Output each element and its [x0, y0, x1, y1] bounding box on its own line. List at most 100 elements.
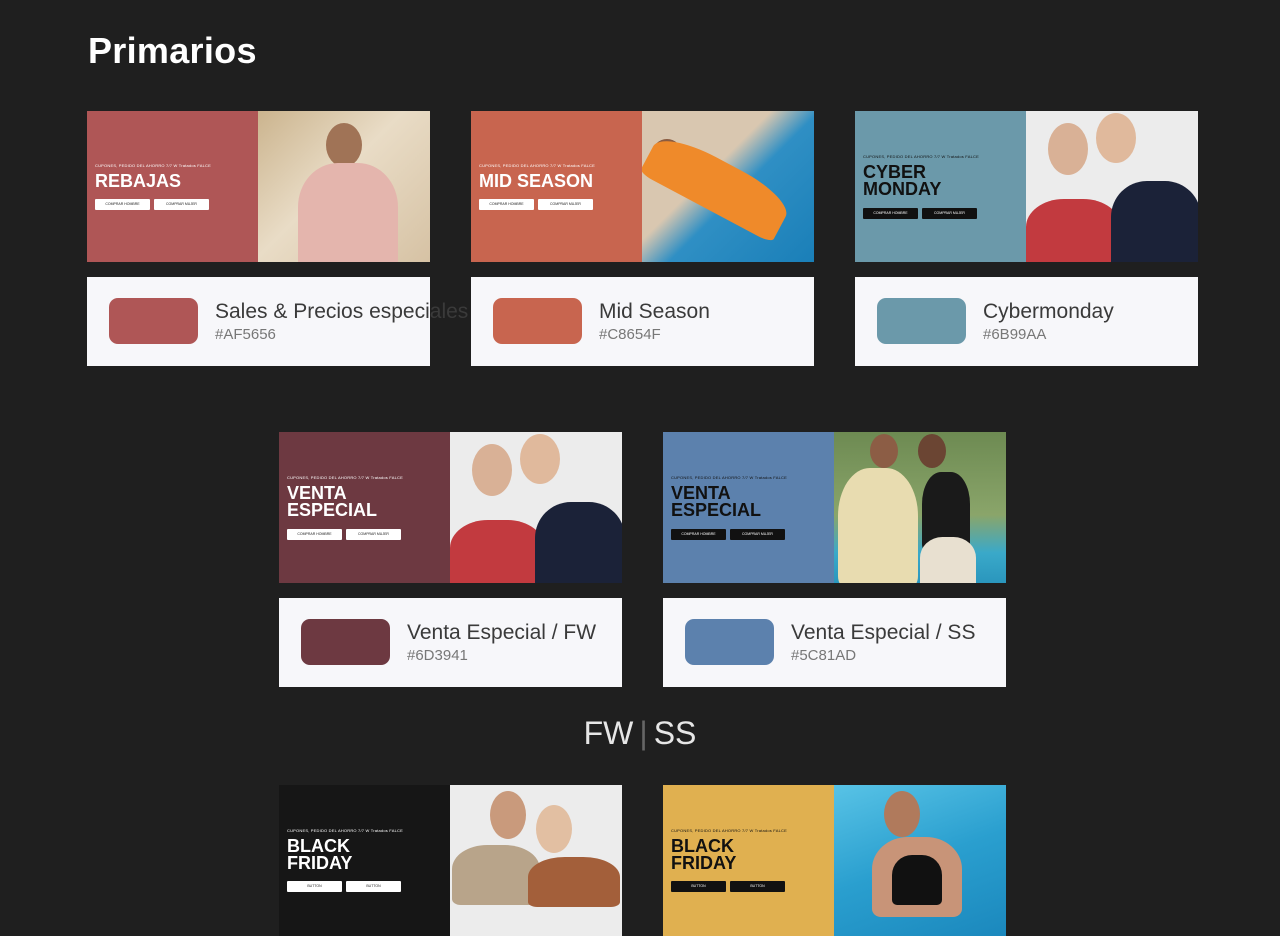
banner-button-women[interactable]: COMPRAR MUJER — [730, 529, 785, 540]
model-photo — [450, 785, 622, 936]
swatch-panel: Mid Season #C8654F — [471, 277, 814, 366]
model-photo — [450, 432, 622, 583]
photo-figure-body — [920, 537, 976, 583]
swatch-hex: #AF5656 — [215, 326, 276, 343]
photo-figure-head — [884, 791, 920, 837]
color-swatch — [109, 298, 198, 344]
banner-preview: CUPONES, PEDIDO DEL AHORRO 7/7 W Tratado… — [663, 432, 1006, 583]
swatch-hex: #C8654F — [599, 326, 661, 343]
banner-button-men[interactable]: COMPRAR HOMBRE — [863, 208, 918, 219]
swatch-panel: Venta Especial / FW #6D3941 — [279, 598, 622, 687]
banner-button-women[interactable]: COMPRAR MUJER — [538, 199, 593, 210]
photo-figure-body — [838, 468, 918, 583]
color-card-mid-season: CUPONES, PEDIDO DEL AHORRO 7/7 W Tratado… — [471, 111, 814, 366]
photo-figure-body — [450, 520, 545, 583]
banner-button-women[interactable]: COMPRAR MUJER — [154, 199, 209, 210]
banner-preview: CUPONES, PEDIDO DEL AHORRO 7/7 W Tratado… — [87, 111, 430, 262]
color-card-cybermonday: CUPONES, PEDIDO DEL AHORRO 7/7 W Tratado… — [855, 111, 1198, 366]
color-card-venta-especial-ss: CUPONES, PEDIDO DEL AHORRO 7/7 W Tratado… — [663, 432, 1006, 687]
banner-button[interactable]: BUTTON — [346, 881, 401, 892]
banner-color-block: CUPONES, PEDIDO DEL AHORRO 7/7 W Tratado… — [855, 111, 1026, 262]
color-swatch — [685, 619, 774, 665]
photo-figure-body — [892, 855, 942, 905]
banner-button-men[interactable]: COMPRAR HOMBRE — [671, 529, 726, 540]
banner-preview: CUPONES, PEDIDO DEL AHORRO 7/7 W Tratado… — [855, 111, 1198, 262]
banner-color-block: CUPONES, PEDIDO DEL AHORRO 7/7 W Tratado… — [663, 432, 834, 583]
photo-figure-head — [1096, 113, 1136, 163]
photo-figure-body — [1111, 181, 1198, 262]
photo-figure-head — [918, 434, 946, 468]
swatch-hex: #6D3941 — [407, 647, 468, 664]
swatch-name: Venta Especial / FW — [407, 621, 597, 644]
banner-button-men[interactable]: COMPRAR HOMBRE — [287, 529, 342, 540]
photo-figure-body — [1026, 199, 1121, 262]
banner-button-women[interactable]: COMPRAR MUJER — [346, 529, 401, 540]
banner-preview: CUPONES, PEDIDO DEL AHORRO 7/7 W Tratado… — [279, 432, 622, 583]
color-swatch — [493, 298, 582, 344]
banner-preview: CUPONES, PEDIDO DEL AHORRO 7/7 W Tratado… — [471, 111, 814, 262]
season-fw: FW — [583, 715, 634, 751]
color-card-sales: CUPONES, PEDIDO DEL AHORRO 7/7 W Tratado… — [87, 111, 468, 366]
swatch-name: Cybermonday — [983, 300, 1114, 323]
banner-color-block: CUPONES, PEDIDO DEL AHORRO 7/7 W Tratado… — [87, 111, 258, 262]
season-label: FW | SS — [0, 715, 1280, 752]
swatch-hex: #6B99AA — [983, 326, 1047, 343]
model-photo — [834, 785, 1006, 936]
photo-figure-body — [298, 163, 398, 262]
model-photo — [642, 111, 814, 262]
photo-figure-head — [490, 791, 526, 839]
banner-color-block: CUPONES, PEDIDO DEL AHORRO 7/7 W Tratado… — [471, 111, 642, 262]
banner-small-text: CUPONES, PEDIDO DEL AHORRO 7/7 W Tratado… — [287, 475, 403, 480]
banner-button-women[interactable]: COMPRAR MUJER — [922, 208, 977, 219]
photo-figure-head — [520, 434, 560, 484]
banner-button-men[interactable]: COMPRAR HOMBRE — [479, 199, 534, 210]
banner-small-text: CUPONES, PEDIDO DEL AHORRO 7/7 W Tratado… — [671, 475, 787, 480]
banner-small-text: CUPONES, PEDIDO DEL AHORRO 7/7 W Tratado… — [287, 828, 403, 833]
banner-color-block: CUPONES, PEDIDO DEL AHORRO 7/7 W Tratado… — [663, 785, 834, 936]
model-photo — [834, 432, 1006, 583]
color-swatch — [877, 298, 966, 344]
banner-headline: REBAJAS — [95, 171, 182, 191]
photo-figure-head — [326, 123, 362, 167]
swatch-name: Sales & Precios especiales — [215, 300, 469, 323]
photo-figure-body — [535, 502, 622, 583]
banner-preview: CUPONES, PEDIDO DEL AHORRO 7/7 W Tratado… — [663, 785, 1006, 936]
banner-headline: BLACK FRIDAY — [287, 836, 353, 873]
banner-small-text: CUPONES, PEDIDO DEL AHORRO 7/7 W Tratado… — [95, 163, 211, 168]
color-card-black-friday-fw: CUPONES, PEDIDO DEL AHORRO 7/7 W Tratado… — [279, 785, 622, 936]
banner-headline: BLACK FRIDAY — [671, 836, 737, 873]
banner-headline: MID SEASON — [479, 171, 594, 191]
color-card-black-friday-ss: CUPONES, PEDIDO DEL AHORRO 7/7 W Tratado… — [663, 785, 1006, 936]
season-ss: SS — [653, 715, 697, 751]
color-swatch — [301, 619, 390, 665]
photo-figure-head — [1048, 123, 1088, 175]
banner-preview: CUPONES, PEDIDO DEL AHORRO 7/7 W Tratado… — [279, 785, 622, 936]
model-photo — [1026, 111, 1198, 262]
model-photo — [258, 111, 430, 262]
banner-small-text: CUPONES, PEDIDO DEL AHORRO 7/7 W Tratado… — [479, 163, 595, 168]
banner-color-block: CUPONES, PEDIDO DEL AHORRO 7/7 W Tratado… — [279, 432, 450, 583]
banner-color-block: CUPONES, PEDIDO DEL AHORRO 7/7 W Tratado… — [279, 785, 450, 936]
season-separator: | — [639, 715, 648, 751]
page-title: Primarios — [88, 30, 257, 71]
photo-figure-head — [536, 805, 572, 853]
banner-button[interactable]: BUTTON — [671, 881, 726, 892]
photo-figure-body — [642, 128, 795, 244]
swatch-panel: Cybermonday #6B99AA — [855, 277, 1198, 366]
banner-button[interactable]: BUTTON — [730, 881, 785, 892]
swatch-panel: Sales & Precios especiales #AF5656 — [87, 277, 468, 366]
banner-headline: VENTA ESPECIAL — [287, 483, 378, 520]
swatch-hex: #5C81AD — [791, 647, 857, 664]
banner-headline: VENTA ESPECIAL — [671, 483, 762, 520]
banner-headline: CYBER MONDAY — [863, 162, 942, 199]
swatch-name: Mid Season — [599, 300, 710, 323]
photo-figure-body — [452, 845, 540, 905]
swatch-panel: Venta Especial / SS #5C81AD — [663, 598, 1006, 687]
photo-figure-head — [472, 444, 512, 496]
banner-small-text: CUPONES, PEDIDO DEL AHORRO 7/7 W Tratado… — [671, 828, 787, 833]
swatch-name: Venta Especial / SS — [791, 621, 976, 644]
banner-small-text: CUPONES, PEDIDO DEL AHORRO 7/7 W Tratado… — [863, 154, 979, 159]
photo-figure-head — [870, 434, 898, 468]
banner-button-men[interactable]: COMPRAR HOMBRE — [95, 199, 150, 210]
banner-button[interactable]: BUTTON — [287, 881, 342, 892]
